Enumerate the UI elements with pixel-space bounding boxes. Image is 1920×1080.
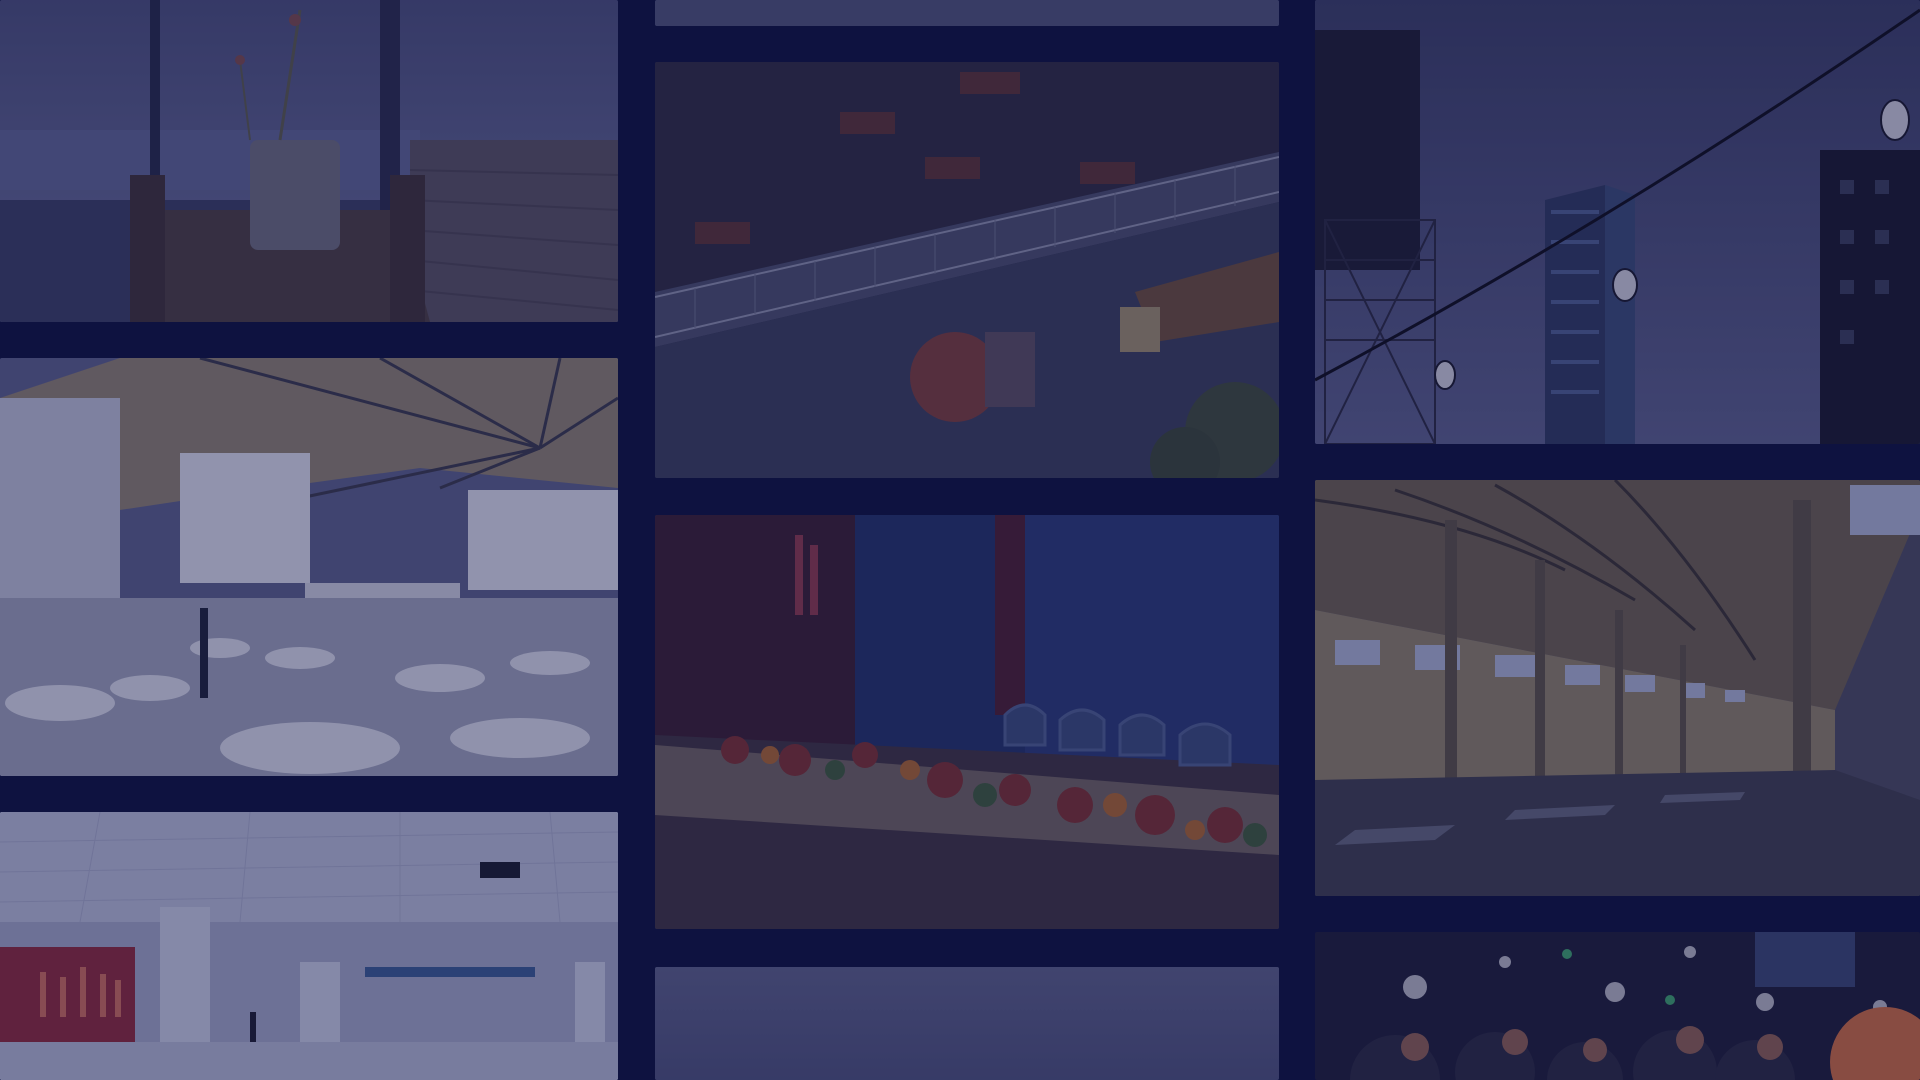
- photo-party-crowd-lights: [1315, 932, 1920, 1080]
- photo-banquet-table-flowers: [655, 515, 1279, 929]
- photo-conference-ballroom-screens: [0, 358, 618, 776]
- photo-empty-exhibition-hall: [0, 812, 618, 1080]
- photo-industrial-warehouse-hall: [1315, 480, 1920, 896]
- photo-waterfront-dining-room: [0, 0, 618, 322]
- photo-string-lights-city-dusk: [1315, 0, 1920, 444]
- photo-mosaic-background: [0, 0, 1920, 1080]
- photo-overhead-restaurant-balcony: [655, 62, 1279, 478]
- photo-top-strip-gray: [655, 0, 1279, 26]
- photo-bottom-gray-sky: [655, 967, 1279, 1080]
